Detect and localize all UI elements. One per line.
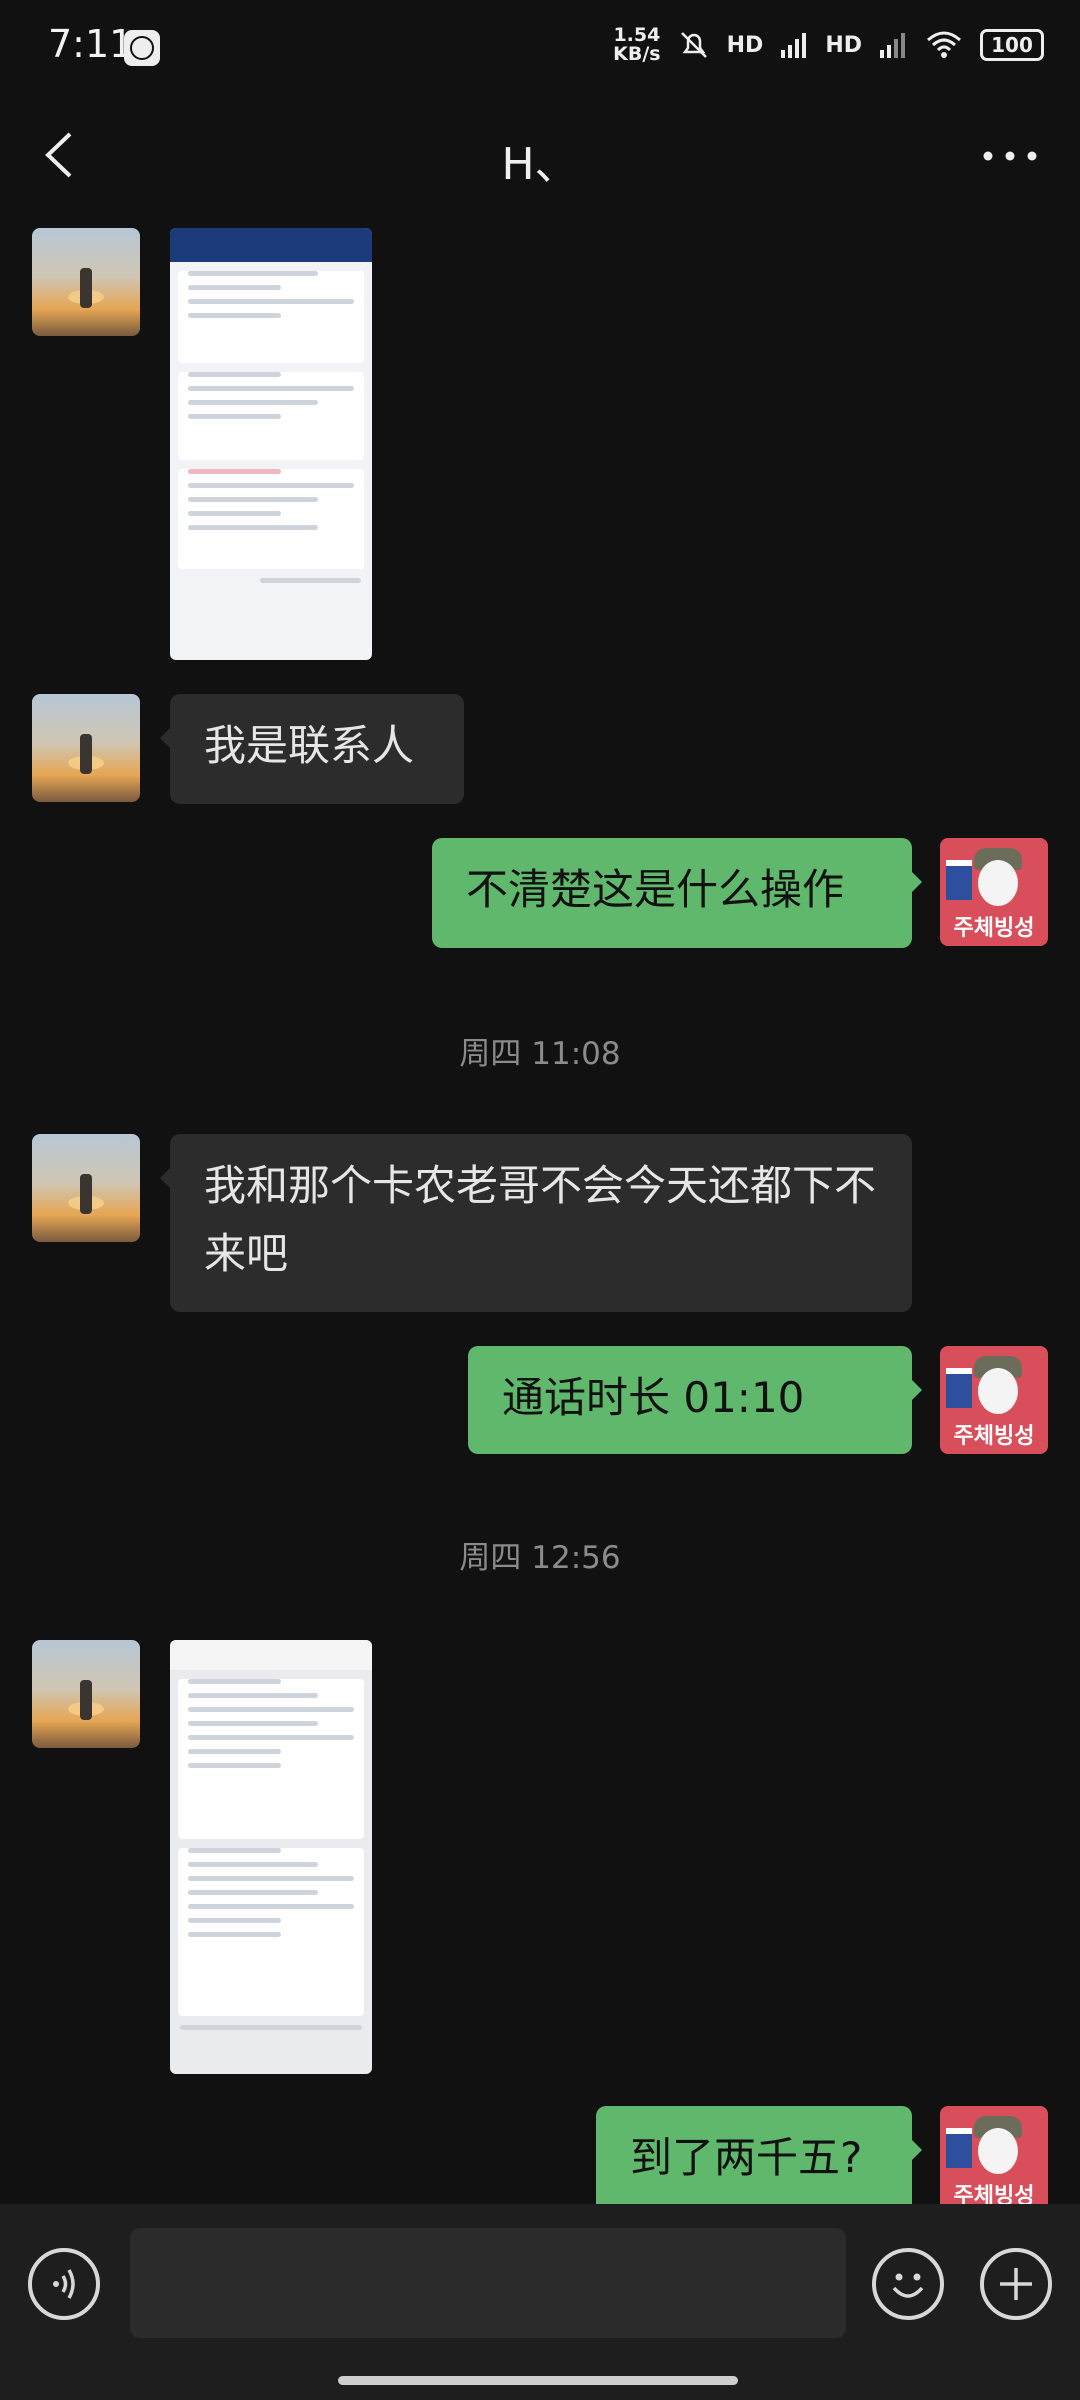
timestamp: 周四 12:56 bbox=[459, 1540, 621, 1576]
message-bubble[interactable]: 到了两千五? bbox=[596, 2106, 922, 2204]
timestamp: 周四 11:08 bbox=[459, 1036, 621, 1072]
chat-header: H、 bbox=[0, 100, 1080, 212]
status-icons: 1.54 KB/s HD HD 100 bbox=[613, 26, 1044, 64]
avatar-text: 주체빙성 bbox=[953, 916, 1035, 941]
input-bar bbox=[0, 2204, 1080, 2400]
chat-messages[interactable]: 我是联系人 不清楚这是什么操作 주체빙성 周四 11:08 我和那个卡农老哥不会… bbox=[0, 212, 1080, 2204]
message-input[interactable] bbox=[130, 2228, 846, 2338]
voice-icon bbox=[53, 2269, 75, 2299]
self-avatar[interactable]: 주체빙성 bbox=[940, 2106, 1048, 2204]
signal-bars-2-icon bbox=[880, 33, 905, 58]
message-bubble[interactable]: 不清楚这是什么操作 bbox=[432, 838, 922, 948]
emoji-button[interactable] bbox=[872, 2248, 944, 2320]
call-record-bubble[interactable]: 通话时长 01:10 bbox=[468, 1346, 922, 1476]
signal-bars-icon bbox=[781, 33, 807, 58]
clock-icon bbox=[124, 30, 160, 66]
battery-indicator: 100 bbox=[980, 29, 1044, 61]
contact-avatar[interactable] bbox=[32, 1134, 140, 1242]
plus-icon bbox=[1000, 2268, 1032, 2300]
message-bubble[interactable]: 我是联系人 bbox=[160, 694, 464, 804]
self-avatar[interactable]: 주체빙성 bbox=[940, 1346, 1048, 1454]
signal-2-label: HD bbox=[825, 32, 862, 58]
avatar-text: 주체빙성 bbox=[953, 1424, 1035, 1449]
contact-avatar[interactable] bbox=[32, 694, 140, 802]
wifi-icon bbox=[927, 31, 961, 58]
contact-avatar[interactable] bbox=[32, 1640, 140, 1748]
call-duration-label: 通话时长 01:10 bbox=[502, 1373, 805, 1422]
more-icon[interactable] bbox=[980, 146, 1040, 166]
chat-title: H、 bbox=[501, 139, 579, 190]
mute-bell-icon bbox=[680, 32, 707, 58]
contact-avatar[interactable] bbox=[32, 228, 140, 336]
image-message[interactable] bbox=[170, 228, 372, 660]
phone-hangup-icon bbox=[527, 1461, 571, 1476]
net-speed: 1.54 KB/s bbox=[613, 26, 660, 64]
voice-button[interactable] bbox=[28, 2248, 100, 2320]
image-message[interactable] bbox=[170, 1640, 372, 2074]
plus-button[interactable] bbox=[980, 2248, 1052, 2320]
message-bubble[interactable]: 我和那个卡农老哥不会今天还都下不来吧 bbox=[160, 1134, 912, 1312]
signal-1-label: HD bbox=[726, 32, 764, 58]
avatar-text: 주체빙성 bbox=[953, 2184, 1035, 2204]
home-indicator[interactable] bbox=[338, 2376, 738, 2385]
self-avatar[interactable]: 주체빙성 bbox=[940, 838, 1048, 946]
emoji-icon bbox=[892, 2273, 924, 2298]
net-speed-unit: KB/s bbox=[613, 43, 661, 65]
status-time: 7:11 bbox=[48, 22, 134, 66]
status-bar: 7:11 1.54 KB/s HD HD 100 bbox=[0, 0, 1080, 100]
